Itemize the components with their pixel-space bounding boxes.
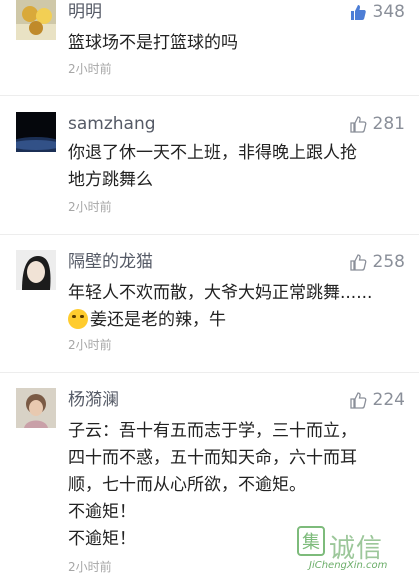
divider (0, 234, 419, 235)
divider (0, 95, 419, 96)
avatar[interactable] (16, 388, 56, 428)
comment-line: 姜还是老的辣，牛 (68, 307, 408, 334)
like-button[interactable]: 258 (349, 250, 405, 274)
avatar[interactable] (16, 0, 56, 40)
like-count: 224 (372, 390, 405, 410)
username[interactable]: 隔壁的龙猫 (68, 250, 153, 274)
like-button[interactable]: 224 (349, 388, 405, 412)
avatar[interactable] (16, 112, 56, 152)
comment-line: 顺，七十而从心所欲，不逾矩。 (68, 475, 306, 495)
laughing-emoji-icon (68, 309, 88, 329)
comment-line: 不逾矩！ (68, 502, 136, 522)
thumbs-up-icon (350, 5, 366, 20)
thumbs-up-icon (349, 116, 366, 133)
comment-line: 篮球场不是打篮球的吗 (68, 33, 238, 53)
watermark-domain: JiChengXin.com (309, 560, 388, 571)
like-button[interactable]: 281 (349, 112, 405, 136)
like-count: 258 (372, 252, 405, 272)
divider (0, 372, 419, 373)
comment-line-text: 姜还是老的辣，牛 (90, 310, 226, 330)
comment-text: 你退了休一天不上班，非得晚上跟人抢 地方跳舞么 (68, 140, 408, 194)
thumbs-up-icon (349, 254, 366, 271)
comment-line: 子云：吾十有五而志于学，三十而立， (68, 421, 357, 441)
comment-line: 地方跳舞么 (68, 170, 153, 190)
username[interactable]: 杨漪澜 (68, 388, 119, 412)
like-count: 281 (372, 114, 405, 134)
like-count: 348 (372, 2, 405, 22)
timestamp: 2小时前 (68, 338, 112, 352)
watermark-logo: 集 (297, 526, 325, 556)
comment-line: 年轻人不欢而散，大爷大妈正常跳舞...... (68, 283, 373, 303)
comment-text: 年轻人不欢而散，大爷大妈正常跳舞...... 姜还是老的辣，牛 (68, 280, 408, 334)
thumbs-up-icon (349, 392, 366, 409)
timestamp: 2小时前 (68, 200, 112, 214)
comment-line: 你退了休一天不上班，非得晚上跟人抢 (68, 143, 357, 163)
avatar[interactable] (16, 250, 56, 290)
timestamp: 2小时前 (68, 62, 112, 76)
comment-text: 篮球场不是打篮球的吗 (68, 30, 408, 57)
username[interactable]: samzhang (68, 112, 156, 136)
username[interactable]: 明明 (68, 0, 102, 24)
comment-line: 四十而不惑，五十而知天命，六十而耳 (68, 448, 357, 468)
watermark: 集 诚信 JiChengXin.com (295, 524, 413, 576)
timestamp: 2小时前 (68, 560, 112, 574)
like-button[interactable]: 348 (349, 0, 405, 24)
